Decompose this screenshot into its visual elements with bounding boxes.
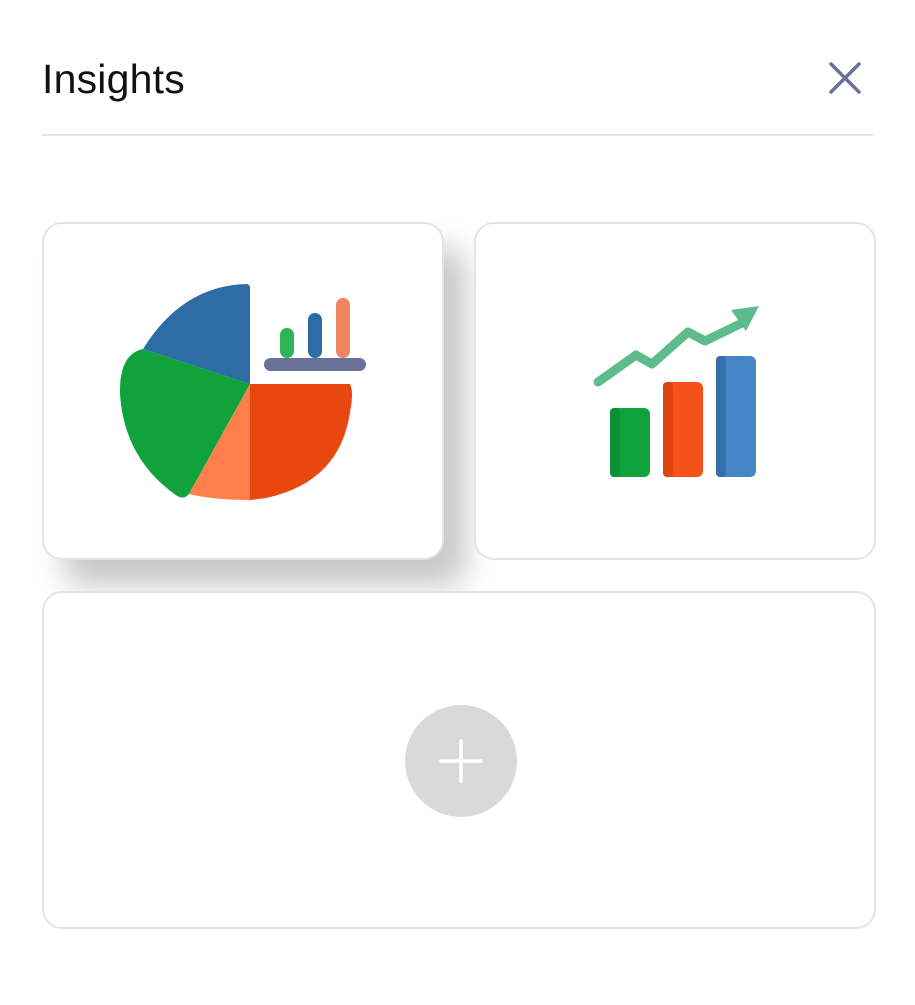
add-insight-button[interactable] (405, 705, 517, 817)
plus-icon (439, 739, 483, 783)
page-title: Insights (42, 56, 185, 102)
add-insight-card[interactable] (42, 591, 876, 929)
pie-chart-icon (119, 284, 366, 500)
growth-chart-insight-card[interactable] (474, 222, 876, 560)
close-icon (829, 62, 861, 94)
header: Insights (42, 0, 873, 136)
pie-chart-insight-card[interactable] (42, 222, 444, 560)
growth-chart-icon (593, 306, 759, 477)
close-button[interactable] (823, 56, 867, 100)
